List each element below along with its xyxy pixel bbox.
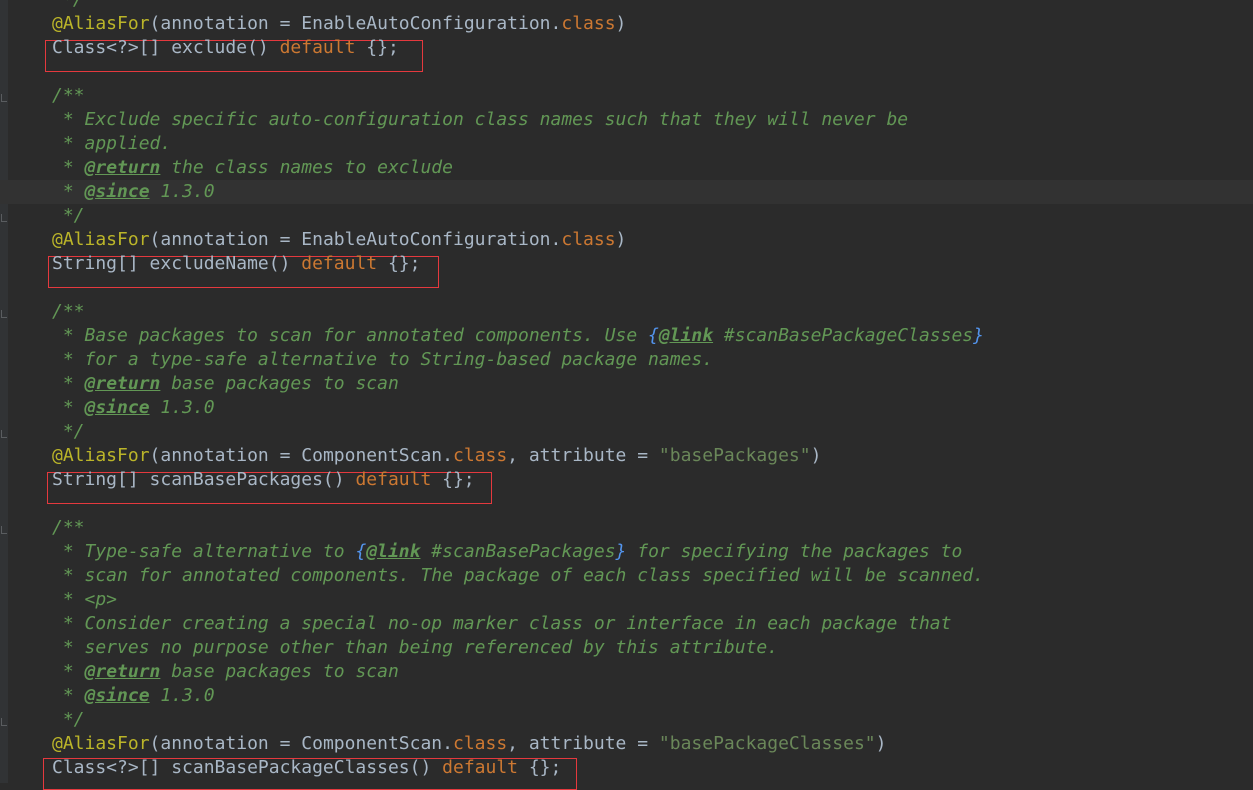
code-line: */ — [52, 204, 85, 228]
code-line: * Base packages to scan for annotated co… — [52, 324, 984, 348]
fold-marker-icon[interactable] — [1, 718, 7, 726]
code-line: * Exclude specific auto-configuration cl… — [52, 108, 908, 132]
code-line: Class<?>[] exclude() default {}; — [52, 36, 399, 60]
code-line: * @since 1.3.0 — [52, 684, 215, 708]
code-editor[interactable]: */ @AliasFor(annotation = EnableAutoConf… — [0, 0, 1253, 783]
code-line: * scan for annotated components. The pac… — [52, 564, 984, 588]
code-line: Class<?>[] scanBasePackageClasses() defa… — [52, 756, 561, 780]
fold-marker-icon[interactable] — [1, 94, 7, 102]
code-line: @AliasFor(annotation = ComponentScan.cla… — [52, 732, 886, 756]
fold-marker-icon[interactable] — [1, 310, 7, 318]
fold-marker-icon[interactable] — [1, 526, 7, 534]
code-line: */ — [52, 420, 85, 444]
code-line: */ — [52, 708, 85, 732]
code-line: * Consider creating a special no-op mark… — [52, 612, 951, 636]
code-line: /** — [52, 300, 85, 324]
code-line: String[] scanBasePackages() default {}; — [52, 468, 475, 492]
code-line: * for a type-safe alternative to String-… — [52, 348, 713, 372]
code-line: * @since 1.3.0 — [52, 180, 215, 204]
editor-gutter — [0, 0, 8, 783]
code-line: String[] excludeName() default {}; — [52, 252, 420, 276]
code-line: * applied. — [52, 132, 171, 156]
code-line: * @return the class names to exclude — [52, 156, 453, 180]
code-line: @AliasFor(annotation = ComponentScan.cla… — [52, 444, 821, 468]
code-line: @AliasFor(annotation = EnableAutoConfigu… — [52, 228, 626, 252]
code-line: /** — [52, 84, 85, 108]
fold-marker-icon[interactable] — [1, 430, 7, 438]
code-line: */ — [62, 0, 84, 12]
code-line: /** — [52, 516, 85, 540]
code-line: * <p> — [52, 588, 117, 612]
code-line: @AliasFor(annotation = EnableAutoConfigu… — [52, 12, 626, 36]
code-line: * @since 1.3.0 — [52, 396, 215, 420]
code-line: * @return base packages to scan — [52, 372, 399, 396]
code-line: * Type-safe alternative to {@link #scanB… — [52, 540, 962, 564]
code-line: * @return base packages to scan — [52, 660, 399, 684]
code-line: * serves no purpose other than being ref… — [52, 636, 778, 660]
fold-marker-icon[interactable] — [1, 214, 7, 222]
